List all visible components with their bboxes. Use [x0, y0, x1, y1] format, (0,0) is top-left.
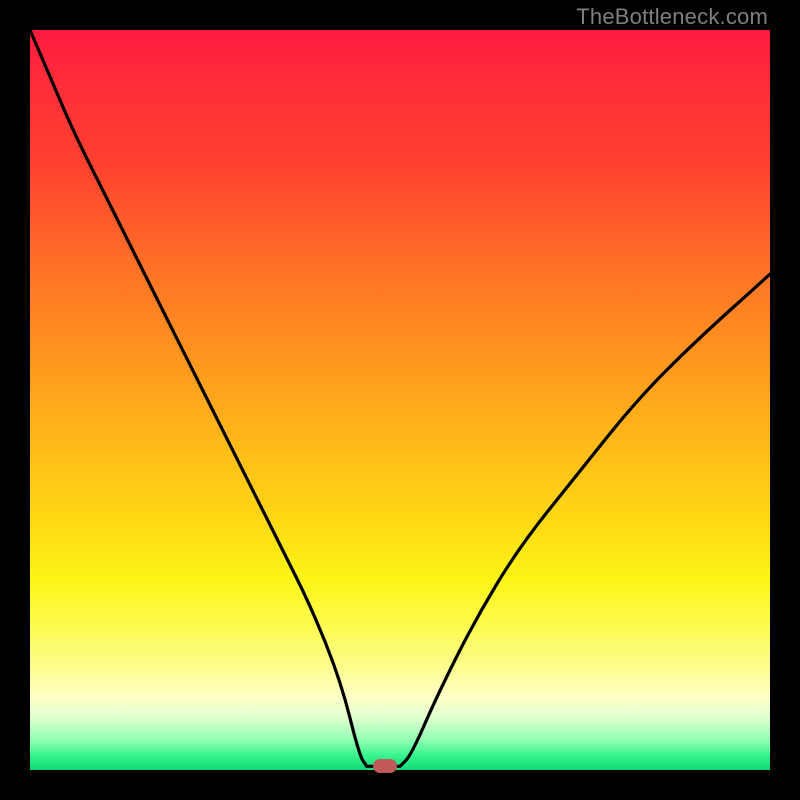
curve-path [30, 30, 770, 766]
valley-marker [373, 759, 397, 773]
chart-stage: TheBottleneck.com [0, 0, 800, 800]
bottleneck-curve [30, 30, 770, 770]
watermark-text: TheBottleneck.com [576, 4, 768, 30]
plot-area [30, 30, 770, 770]
